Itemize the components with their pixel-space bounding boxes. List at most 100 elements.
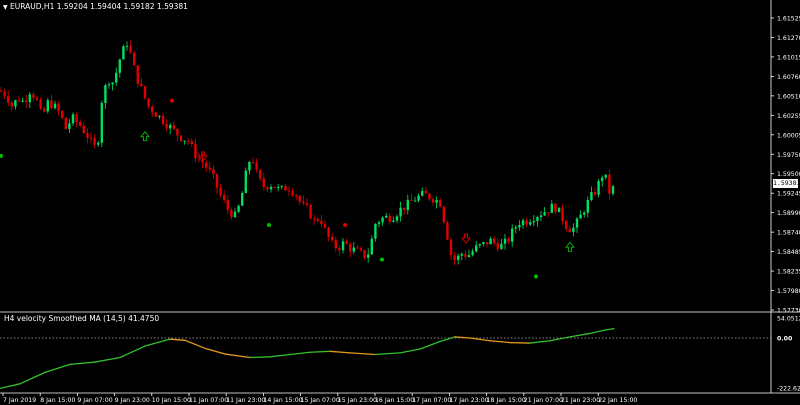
candle-body	[482, 242, 485, 245]
candle-body	[399, 207, 402, 217]
candle-body	[352, 247, 355, 252]
candle-body	[82, 125, 85, 134]
candle-body	[140, 83, 143, 87]
candle-body	[50, 100, 53, 109]
candle-body	[410, 199, 413, 202]
candle-body	[608, 174, 611, 194]
candle-body	[111, 82, 114, 85]
candle-body	[572, 227, 575, 233]
candle-body	[586, 199, 589, 213]
candle-body	[385, 215, 388, 218]
candle-body	[442, 206, 445, 223]
time-tick-label: 15 Jan 23:00	[338, 397, 377, 404]
candle-body	[3, 91, 6, 96]
candle-body	[129, 45, 132, 53]
price-tick-label: 1.58990	[777, 210, 800, 217]
price-tick-label: 1.61270	[777, 35, 800, 42]
candle-body	[89, 137, 93, 139]
candle-body	[367, 254, 370, 258]
candle-body	[46, 100, 49, 112]
candle-body	[579, 214, 582, 219]
candle-body	[331, 236, 334, 241]
time-tick-label: 7 Jan 2019	[3, 397, 36, 404]
oscillator-segment	[249, 356, 271, 359]
candle-body	[298, 196, 301, 202]
candle-body	[485, 242, 489, 245]
price-tick-label: 1.59500	[777, 171, 800, 178]
candle-body	[557, 207, 561, 213]
candle-body	[165, 123, 168, 129]
candle-body	[21, 100, 24, 102]
candle-body	[35, 97, 39, 100]
candle-body	[313, 218, 316, 220]
candle-body	[356, 247, 359, 249]
candle-body	[280, 185, 283, 187]
candle-body	[496, 243, 499, 250]
time-tick-label: 10 Jan 15:00	[152, 397, 191, 404]
price-tick-label: 1.57980	[777, 288, 800, 295]
dropdown-triangle-icon[interactable]: ▼	[3, 4, 8, 11]
candle-body	[489, 238, 492, 245]
candle-body	[183, 140, 186, 142]
candle-body	[323, 224, 327, 228]
candle-body	[284, 185, 287, 191]
candle-body	[514, 227, 517, 229]
candle-body	[536, 217, 539, 222]
oscillator-tick-label: 0.00	[777, 336, 793, 343]
candle-body	[565, 220, 568, 229]
candle-body	[61, 110, 64, 118]
candle-body	[104, 85, 107, 104]
candle-body	[431, 199, 435, 203]
candle-body	[460, 253, 463, 256]
candle-body	[529, 222, 532, 225]
candle-body	[122, 46, 125, 60]
time-tick-label: 17 Jan 07:00	[412, 397, 451, 404]
price-tick-label: 1.60760	[777, 74, 800, 81]
candle-body	[179, 135, 183, 142]
candle-body	[493, 238, 496, 244]
candle-body	[147, 98, 150, 107]
candle-body	[543, 212, 546, 216]
price-tick-label: 1.60510	[777, 93, 800, 100]
candle-body	[259, 169, 262, 179]
buy-dot-icon	[534, 274, 538, 279]
candle-body	[226, 200, 229, 210]
candle-body	[295, 195, 298, 197]
candle-body	[561, 207, 564, 221]
candle-body	[57, 103, 60, 111]
candle-body	[115, 72, 118, 83]
candle-body	[176, 128, 179, 136]
time-tick-label: 21 Jan 07:00	[524, 397, 563, 404]
candle-body	[71, 114, 75, 124]
candle-body	[435, 200, 438, 203]
indicator-header: H4 velocity Smoothed MA (14,5) 41.4750	[4, 314, 159, 323]
time-tick-label: 9 Jan 07:00	[77, 397, 112, 404]
candle-body	[338, 248, 341, 251]
candle-body	[547, 212, 550, 214]
candle-body	[345, 241, 348, 244]
candle-body	[0, 90, 3, 92]
candle-body	[449, 239, 453, 256]
price-tick-label: 1.60255	[777, 113, 800, 120]
candle-body	[248, 161, 251, 171]
candle-body	[118, 59, 121, 73]
candle-body	[25, 100, 28, 103]
chart-root[interactable]: 54.0512 0.00 -222.6268 1.61525 1.61270 1.610…	[0, 0, 800, 405]
candle-body	[539, 215, 543, 218]
candle-body	[550, 203, 553, 213]
candle-body	[500, 243, 503, 250]
buy-dot-icon	[267, 223, 271, 227]
candle-body	[327, 227, 330, 237]
candle-body	[143, 86, 147, 99]
candle-body	[93, 138, 96, 145]
time-tick-label: 18 Jan 15:00	[487, 397, 526, 404]
time-tick-label: 8 Jan 15:00	[40, 397, 75, 404]
time-tick-label: 11 Jan 07:00	[189, 397, 228, 404]
candle-body	[197, 158, 201, 160]
candle-body	[392, 220, 395, 222]
candle-body	[316, 218, 319, 221]
current-price-box: 1.59381	[773, 179, 800, 188]
candle-body	[349, 243, 352, 252]
candle-body	[190, 141, 193, 145]
candle-body	[583, 212, 586, 215]
